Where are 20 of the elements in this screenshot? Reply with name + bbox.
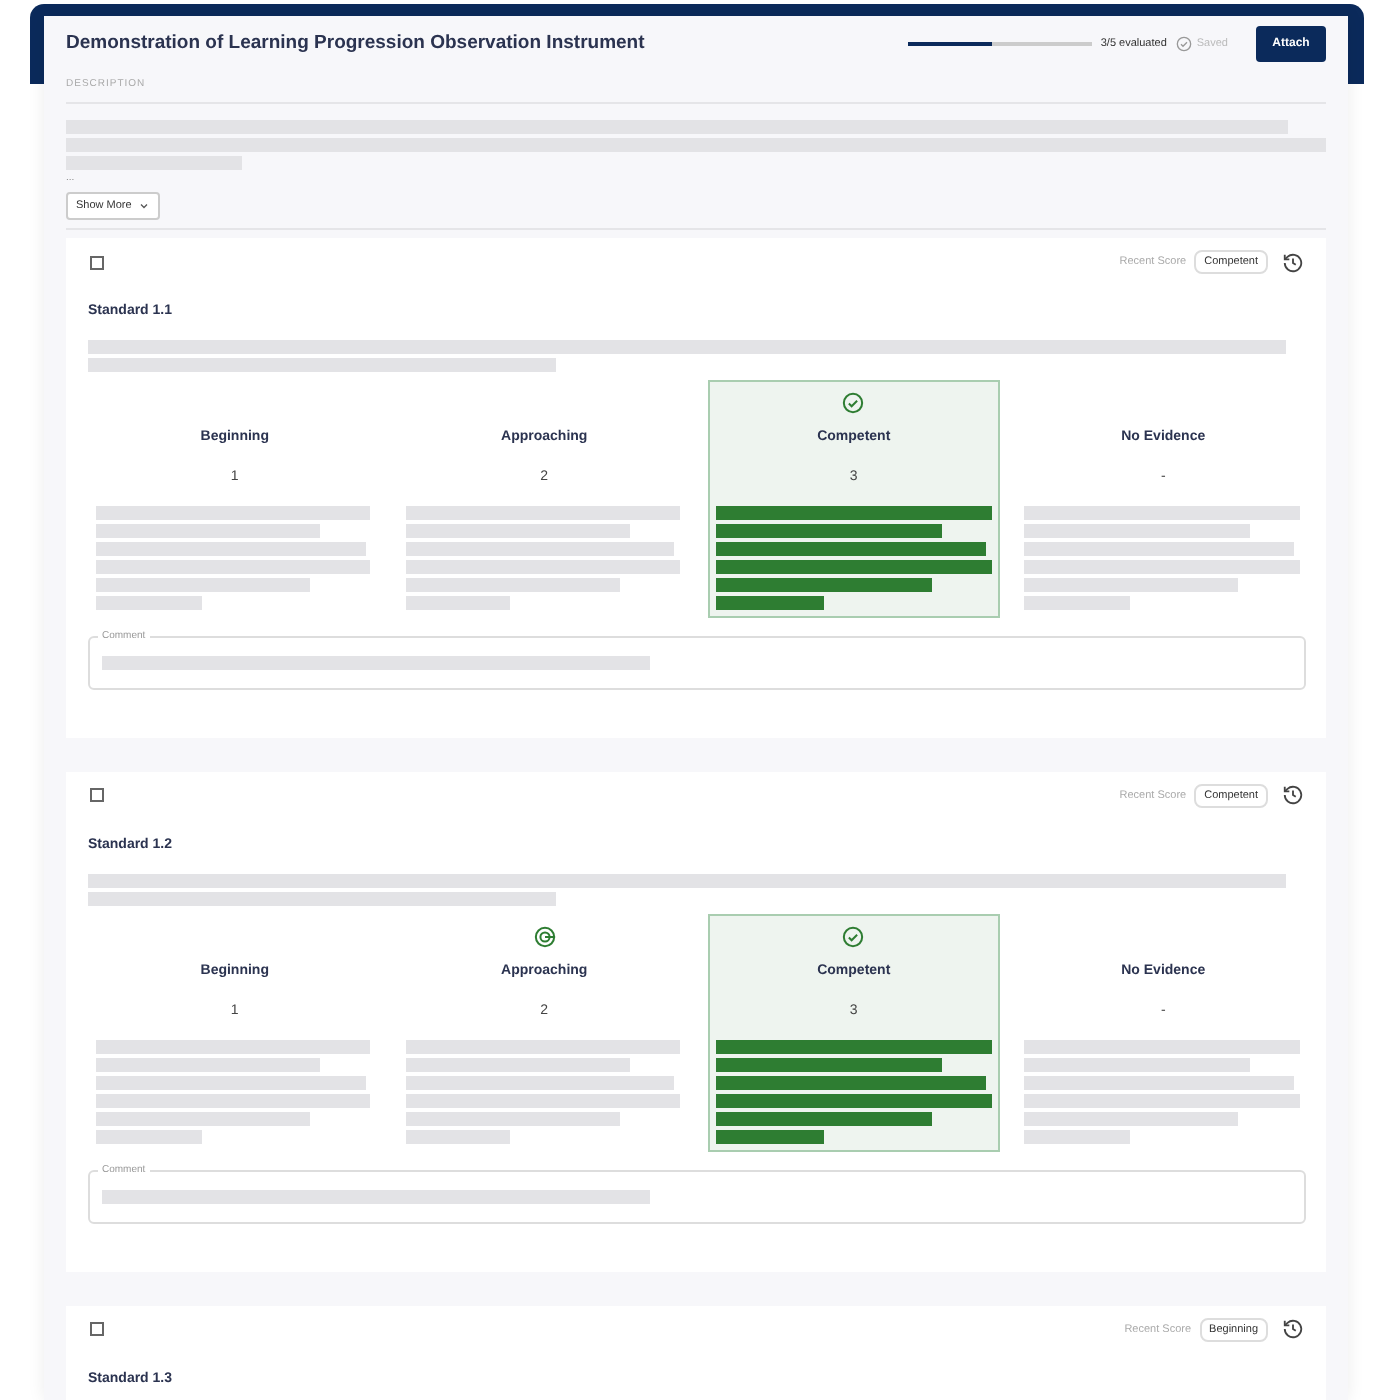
redacted-text (96, 1129, 202, 1143)
check-circle-icon (842, 926, 865, 948)
redacted-text (1024, 1129, 1130, 1143)
redacted-text (405, 595, 511, 610)
checkbox[interactable] (90, 255, 104, 270)
page-title: Demonstration of Learning Progression Observation Instrument (66, 29, 645, 58)
redacted-text (715, 595, 824, 610)
target-icon (533, 926, 556, 948)
redacted-text (715, 1129, 824, 1143)
checkbox[interactable] (90, 1322, 104, 1337)
history-icon[interactable] (1282, 1318, 1304, 1341)
redacted-text (96, 595, 202, 610)
redacted-text (405, 1129, 511, 1143)
check-circle-icon (842, 392, 865, 415)
history-icon[interactable] (1282, 251, 1304, 274)
history-icon[interactable] (1282, 784, 1304, 807)
checkbox[interactable] (90, 788, 104, 803)
redacted-text (1024, 595, 1130, 610)
check-circle-icon (1176, 36, 1193, 52)
chevron-down-icon (137, 200, 150, 212)
